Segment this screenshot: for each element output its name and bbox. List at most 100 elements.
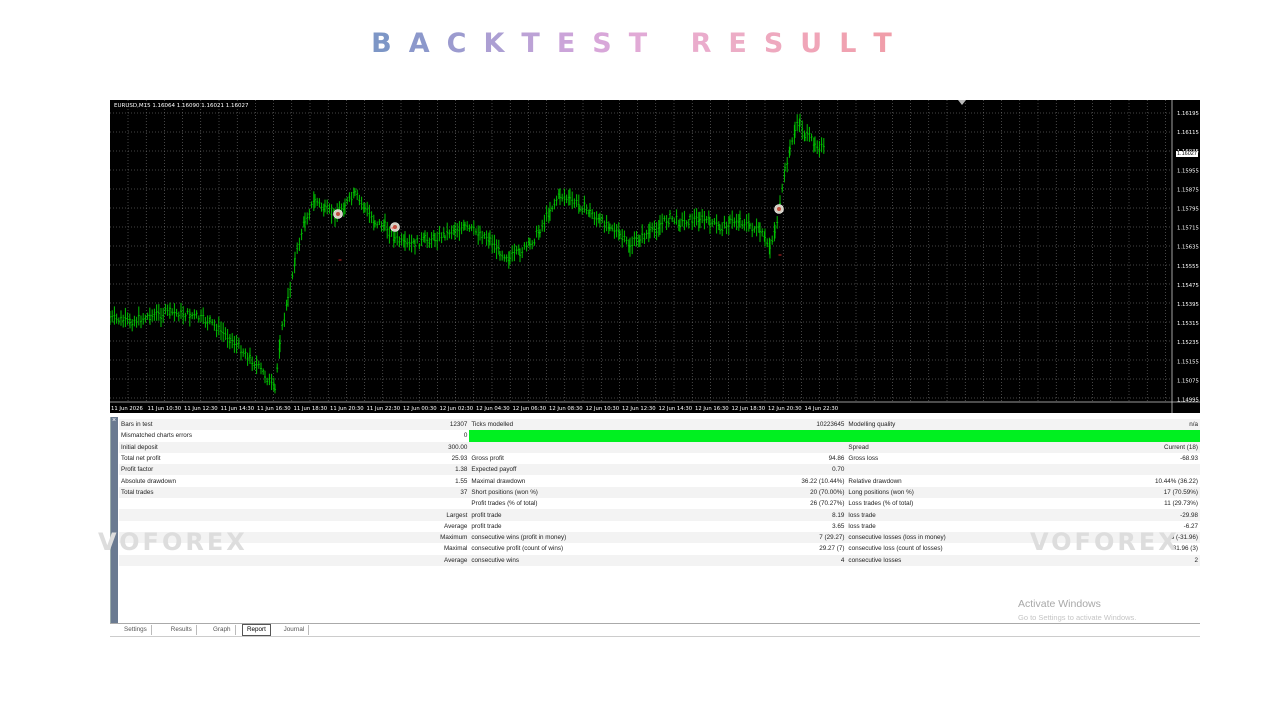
candle-tick — [535, 230, 538, 232]
candle-tick — [142, 318, 145, 321]
candle-tick — [723, 221, 726, 224]
report-row: Mismatched charts errors 0 — [119, 430, 1200, 442]
candle-tick — [545, 212, 548, 214]
candle-tick — [353, 191, 357, 193]
candle-tick — [715, 222, 718, 225]
candle-tick — [641, 233, 644, 236]
candle-tick — [765, 242, 769, 245]
candle-tick — [808, 132, 811, 135]
candle-tick — [305, 216, 309, 219]
tab-journal[interactable]: Journal — [280, 625, 310, 635]
candle-tick — [665, 221, 668, 223]
candle-tick — [450, 231, 453, 234]
close-icon[interactable]: × — [112, 417, 116, 424]
report-label: Relative drawdown — [848, 477, 902, 485]
time-tick-label: 11 Jun 20:30 — [330, 406, 364, 412]
candle-tick — [370, 216, 373, 218]
candle-tick — [455, 228, 459, 231]
time-tick-label: 12 Jun 08:30 — [549, 406, 583, 412]
candle-tick — [720, 228, 724, 231]
candle-tick — [360, 202, 363, 205]
title-letter: R — [690, 28, 729, 59]
candle-tick — [561, 197, 564, 200]
candle-tick — [166, 309, 169, 312]
tab-graph[interactable]: Graph — [209, 625, 236, 635]
candle-tick — [239, 351, 243, 354]
candle-tick — [179, 310, 183, 312]
title-letter: S — [763, 28, 801, 59]
candle-tick — [221, 331, 225, 334]
candle-tick — [248, 354, 252, 357]
candle-tick — [159, 317, 163, 319]
title-letter: E — [556, 28, 593, 59]
candle-tick — [325, 205, 329, 208]
price-tick-label: 1.15955 — [1177, 168, 1199, 174]
report-value: 25.93 — [451, 455, 468, 463]
price-tick-label: 1.15875 — [1177, 187, 1199, 193]
report-label: Modelling quality — [846, 419, 1152, 431]
report-row: Bars in test 12307 Ticks modelled 10223645 M… — [119, 419, 1200, 431]
candle-tick — [688, 215, 692, 218]
candle-tick — [611, 227, 614, 230]
candle-tick — [643, 238, 646, 240]
price-tick-label: 1.15075 — [1177, 378, 1199, 384]
report-value — [433, 498, 470, 509]
candle-tick — [731, 219, 734, 221]
time-tick-label: 12 Jun 16:30 — [695, 406, 729, 412]
report-value: 8.19 — [774, 509, 847, 521]
report-value: 37 — [432, 486, 470, 499]
candle-tick — [144, 317, 147, 319]
candle-tick — [358, 199, 361, 202]
price-tick-label: 1.16195 — [1177, 111, 1199, 117]
time-tick-label: 12 Jun 06:30 — [513, 406, 547, 412]
candle-tick — [543, 222, 546, 225]
time-tick-label: 12 Jun 00:30 — [403, 406, 437, 412]
candle-tick — [175, 312, 178, 314]
report-value: 7 (29.27) — [774, 531, 847, 544]
price-chart[interactable]: 1.161951.161151.160351.159551.158751.157… — [110, 100, 1200, 413]
tab-report[interactable]: Report — [242, 624, 271, 636]
report-value: Maximum — [432, 531, 470, 544]
report-label: Maximal drawdown — [471, 477, 526, 485]
report-value: Current (18) — [1151, 441, 1200, 453]
report-value: 29.27 (7) — [819, 545, 845, 553]
report-label — [119, 498, 433, 509]
price-tick-label: 1.15715 — [1177, 226, 1199, 232]
report-value: 2 — [1151, 554, 1200, 566]
candle-tick — [523, 244, 526, 247]
tab-settings[interactable]: Settings — [120, 625, 152, 635]
time-tick-label: 12 Jun 12:30 — [622, 406, 656, 412]
candle-tick — [615, 229, 618, 232]
report-value: 12307 — [432, 419, 470, 431]
time-tick-label: 11 Jun 12:30 — [184, 406, 218, 412]
candle-tick — [727, 225, 730, 227]
time-tick-label: 11 Jun 14:30 — [221, 406, 255, 412]
candle-tick — [605, 222, 608, 224]
candle-tick — [410, 241, 413, 244]
report-row: Absolute drawdown 1.55 Maximal drawdown 36.… — [119, 475, 1200, 486]
candle-tick — [687, 223, 690, 225]
title-letter: K — [483, 28, 522, 59]
report-label-1: Mismatched charts errors — [121, 432, 193, 440]
candle-tick — [613, 230, 616, 233]
candle-tick — [368, 212, 371, 215]
candle-tick — [416, 238, 419, 240]
report-label: loss trade — [846, 509, 1152, 521]
candle-tick — [224, 333, 227, 335]
tester-tabs: Settings Results Graph Report Journal — [110, 623, 1200, 637]
report-row: Largest profit trade 8.19 loss trade -29.98 — [119, 509, 1200, 521]
candle-tick — [472, 226, 475, 229]
report-label: Profit factor — [119, 464, 433, 476]
candle-tick — [426, 239, 429, 242]
tab-results[interactable]: Results — [167, 625, 197, 635]
candle-tick — [603, 225, 606, 227]
candle-tick — [151, 315, 154, 317]
time-tick-label: 12 Jun 04:30 — [476, 406, 510, 412]
time-tick-label: 11 Jun 16:30 — [257, 406, 291, 412]
candle-tick — [137, 314, 140, 317]
candle-tick — [783, 166, 787, 169]
candle-tick — [581, 208, 584, 211]
candle-tick — [428, 242, 431, 245]
candle-tick — [505, 256, 508, 259]
watermark-text-left: VOFOREX — [98, 528, 248, 556]
